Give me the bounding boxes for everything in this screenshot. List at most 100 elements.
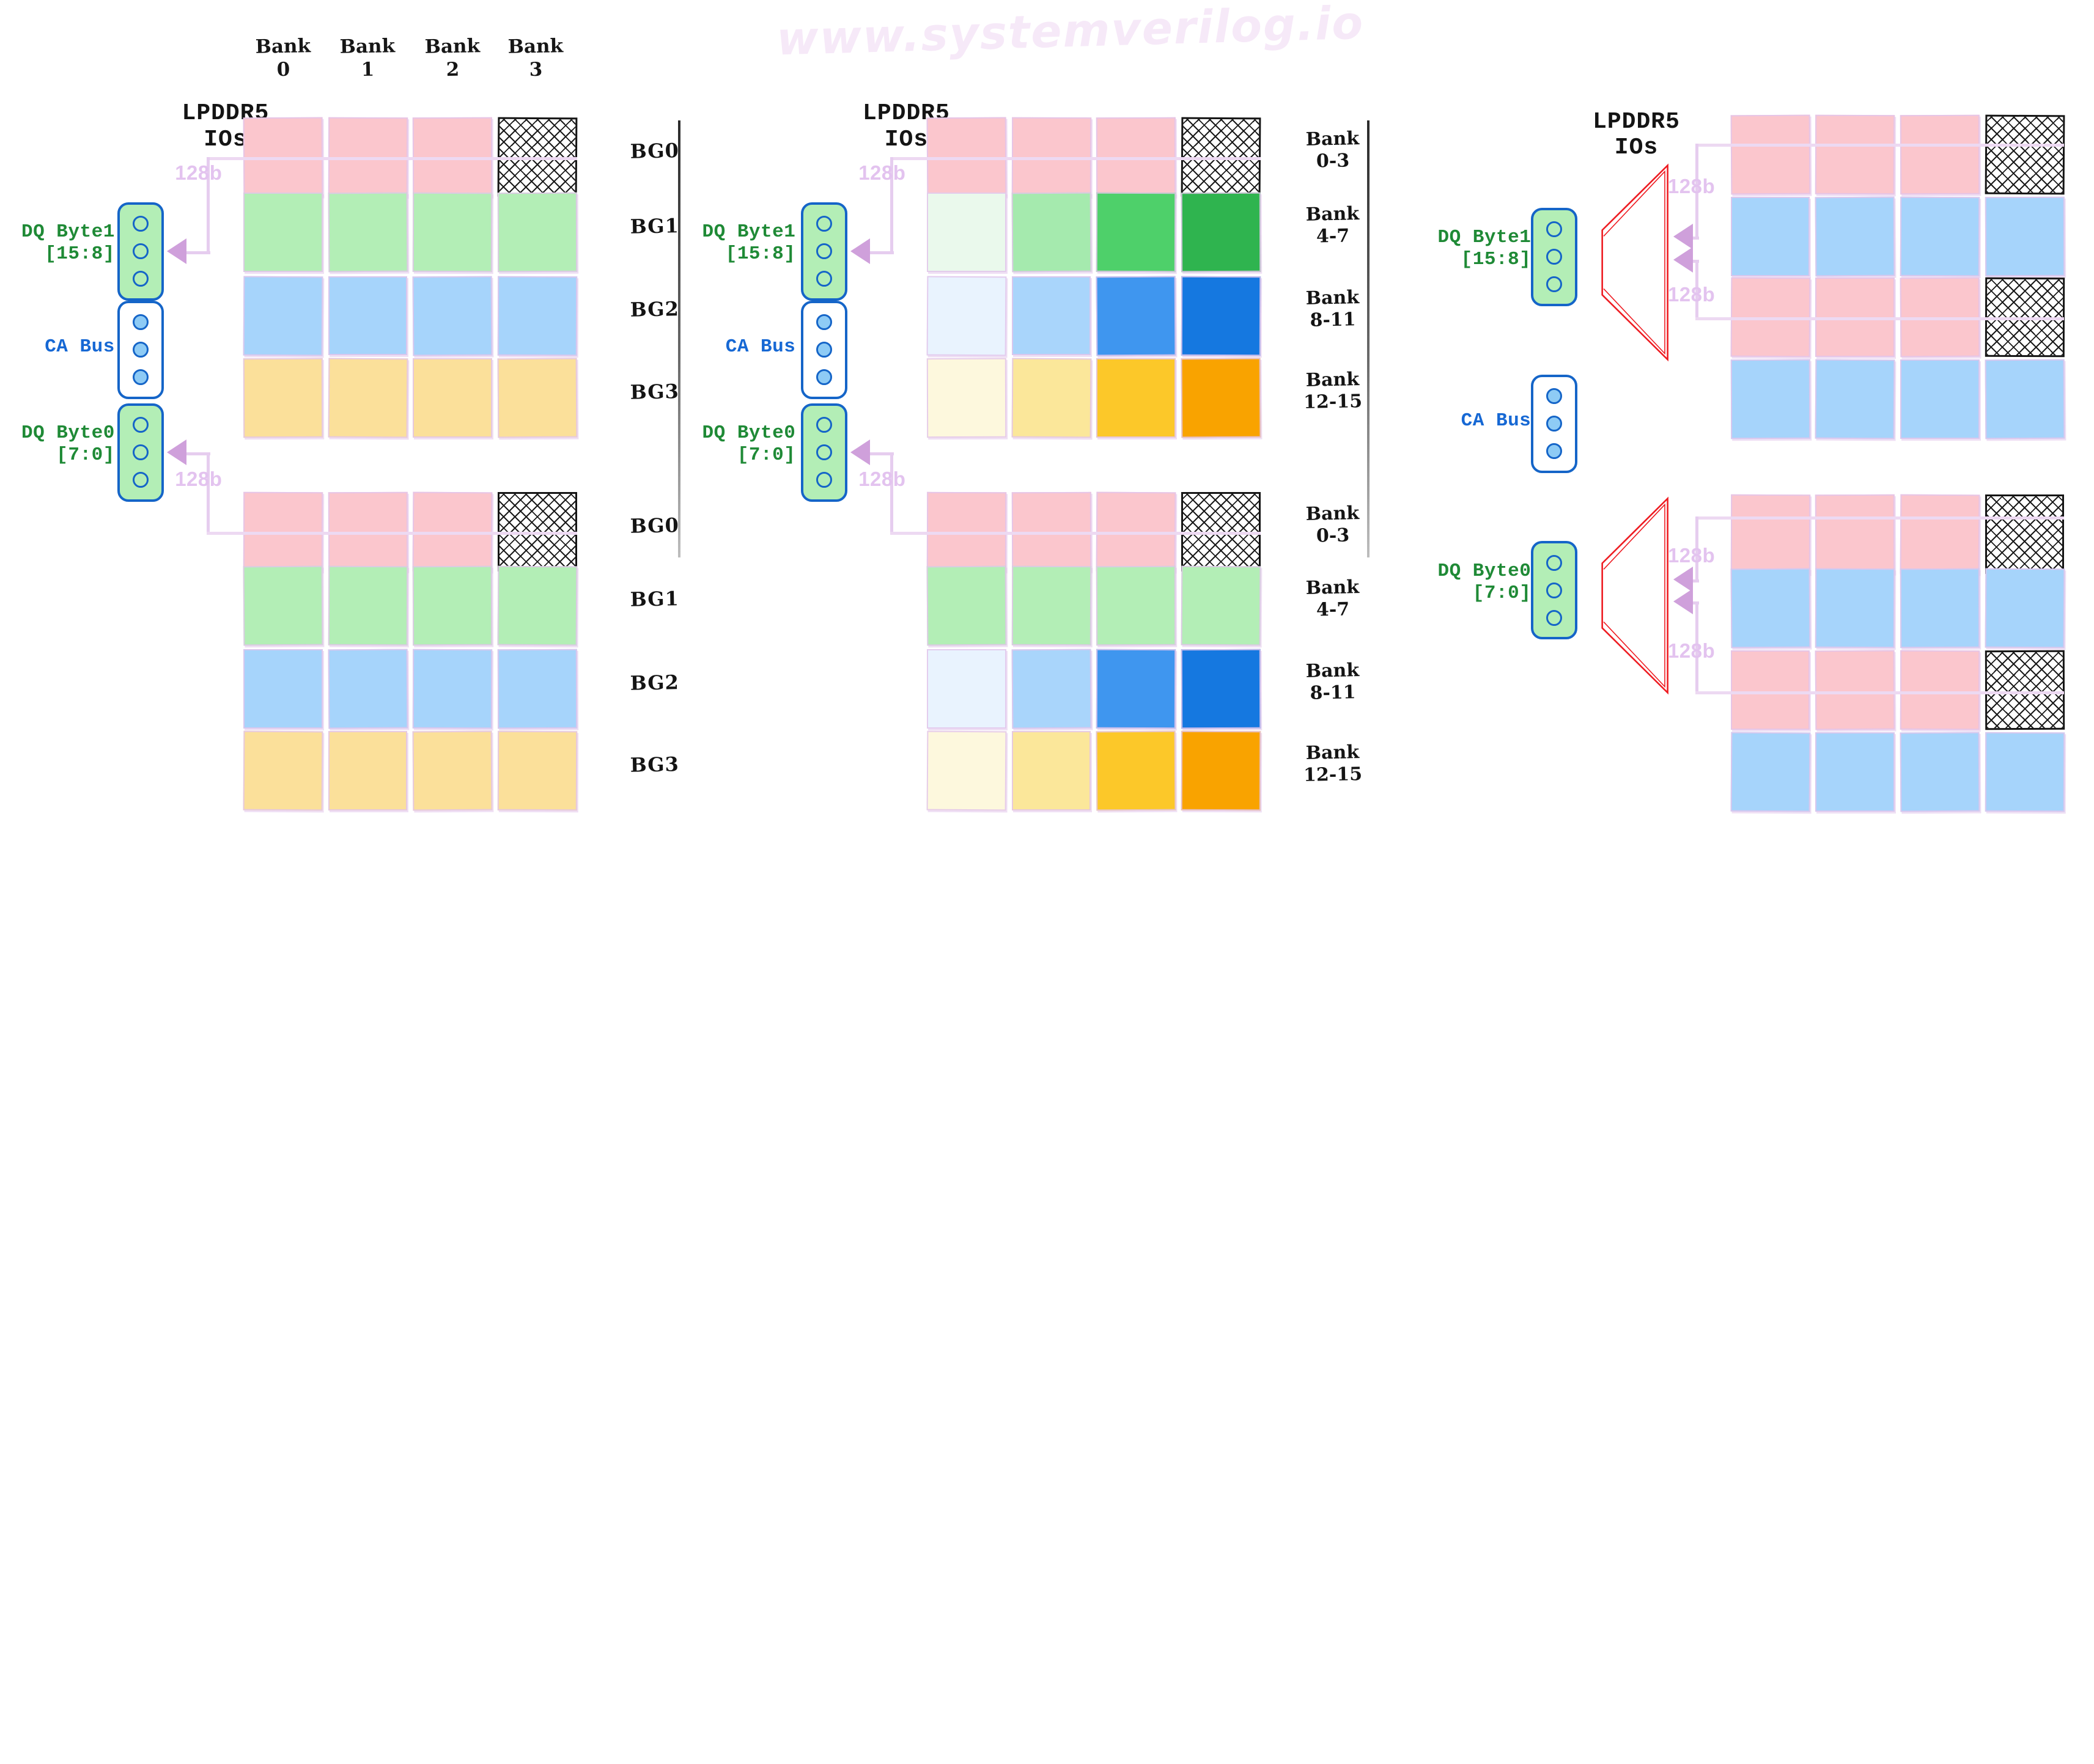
- bus-line-in-1-0: [868, 251, 894, 255]
- bank-cell-r1-c3: [497, 193, 577, 273]
- bank-cell-r5-c2: [1900, 568, 1980, 649]
- bank-cell-r2-c1: [1011, 276, 1091, 356]
- bank-cell-r1-c0: [927, 193, 1006, 272]
- bank-cell-r6-c1: [1011, 649, 1091, 729]
- io-port-ca-bus-sixteen-bank-mode[interactable]: [801, 300, 848, 399]
- io-pin: [816, 369, 833, 386]
- io-pin: [816, 444, 833, 461]
- bank-cell-r3-c2: [1900, 359, 1980, 439]
- row-label-eight-bank-mode-0: Bank0-3: [2081, 125, 2094, 171]
- bank-cell-r7-c2: [412, 730, 493, 811]
- io-port-ca-bus-eight-bank-mode[interactable]: [1531, 374, 1578, 473]
- bank-cell-r6-c2: [1900, 650, 1980, 730]
- io-port-dq-byte0-eight-bank-mode[interactable]: [1531, 541, 1578, 640]
- io-pin: [1546, 416, 1563, 432]
- bank-cell-r0-c1: [1815, 114, 1895, 194]
- bank-cell-r1-c3: [1181, 193, 1261, 273]
- row-label-eight-bank-mode-1: Bank4-7: [2081, 207, 2094, 252]
- bank-cell-r3-c0: [926, 358, 1006, 438]
- bank-column-header-3: Bank 3: [507, 35, 564, 81]
- bus-arrow-1-0: [850, 238, 870, 265]
- io-port-dq-byte1-bank-group-mode[interactable]: [117, 202, 164, 301]
- bank-cell-r5-c1: [1011, 565, 1091, 645]
- row-label-eight-bank-mode-5: Bank4-7: [2081, 579, 2094, 625]
- bank-cell-r6-c3: [1181, 649, 1261, 729]
- bank-cell-r3-c1: [328, 358, 408, 438]
- bus-line-h-1-0: [890, 157, 1261, 161]
- row-label-sixteen-bank-mode-7: Bank 12-15: [1303, 741, 1363, 787]
- bus-label-128b-1-0: 128b: [858, 161, 906, 184]
- io-pin: [816, 216, 833, 232]
- bank-cell-r6-c2: [413, 649, 493, 729]
- io-pin: [133, 369, 149, 386]
- bank-cell-r7-c1: [1011, 731, 1091, 810]
- panel-divider-0: [678, 120, 681, 558]
- row-label-bank-group-mode-0: BG0: [630, 139, 680, 163]
- bank-cell-r5-c3: [1985, 568, 2065, 649]
- row-label-bank-group-mode-7: BG3: [630, 752, 680, 777]
- io-port-dq-byte1-sixteen-bank-mode[interactable]: [801, 202, 848, 301]
- row-label-sixteen-bank-mode-5: Bank 4-7: [1305, 576, 1360, 621]
- io-pin: [133, 417, 149, 433]
- io-port-ca-bus-bank-group-mode[interactable]: [117, 300, 164, 399]
- bank-cell-r1-c2: [1900, 196, 1980, 276]
- bus-label-128b-2-1: 128b: [1667, 282, 1716, 306]
- bank-cell-r7-c3: [1181, 731, 1261, 811]
- io-pin: [816, 314, 833, 331]
- io-pin: [1546, 276, 1563, 293]
- io-port-dq-byte0-bank-group-mode[interactable]: [117, 403, 164, 502]
- bank-cell-r7-c1: [328, 731, 408, 810]
- bank-cell-r1-c1: [1011, 192, 1091, 273]
- row-label-bank-group-mode-2: BG2: [630, 297, 680, 322]
- bus-line-v-0-1: [206, 452, 210, 532]
- io-pin: [816, 417, 833, 433]
- bank-cell-r1-c3: [1985, 196, 2065, 276]
- io-port-label-ca-bus-sixteen-bank-mode: CA Bus: [725, 336, 796, 358]
- io-port-label-ca-bus-bank-group-mode: CA Bus: [45, 336, 115, 358]
- io-port-dq-byte1-eight-bank-mode[interactable]: [1531, 207, 1578, 306]
- bus-line-in-0-1: [184, 452, 211, 456]
- io-pin: [1546, 609, 1563, 626]
- bank-cell-r7-c2: [1096, 730, 1176, 811]
- bus-label-128b-2-2: 128b: [1667, 543, 1716, 567]
- row-label-eight-bank-mode-4: Bank0-3: [2081, 505, 2094, 551]
- bus-arrow-0-0: [166, 238, 186, 265]
- bank-cell-r5-c1: [328, 565, 408, 645]
- bank-cell-r1-c1: [1815, 196, 1895, 277]
- bank-cell-r3-c0: [243, 358, 323, 438]
- row-label-bank-group-mode-5: BG1: [630, 587, 680, 612]
- bank-cell-r7-c2: [1900, 732, 1980, 812]
- bank-cell-r2-c3: [1181, 276, 1261, 356]
- bank-cell-r7-c0: [926, 730, 1007, 811]
- bank-cell-r3-c3: [1181, 358, 1261, 438]
- bus-label-128b-2-0: 128b: [1667, 175, 1716, 198]
- bus-line-in-1-1: [868, 452, 894, 456]
- io-port-label-dq-byte1-sixteen-bank-mode: DQ Byte1 [15:8]: [702, 221, 796, 265]
- bank-cell-r2-c1: [328, 276, 408, 356]
- bank-cell-r3-c0: [1730, 359, 1810, 439]
- bank-cell-r2-c3: [497, 276, 577, 356]
- bank-cell-r7-c3: [1985, 732, 2065, 812]
- io-pin: [1546, 249, 1563, 265]
- io-port-label-dq-byte1-eight-bank-mode: DQ Byte1 [15:8]: [1437, 227, 1532, 271]
- bus-line-h-0-0: [206, 157, 577, 161]
- bus-line-in-0-0: [184, 251, 211, 255]
- bank-cell-r1-c2: [413, 193, 493, 273]
- io-port-label-ca-bus-eight-bank-mode: CA Bus: [1461, 410, 1532, 432]
- bus-line-h-0-1: [206, 531, 577, 535]
- bank-cell-r1-c0: [243, 193, 323, 272]
- bus-line-h-2-2: [1695, 516, 2065, 520]
- bank-cell-r5-c0: [1730, 568, 1810, 649]
- bank-cell-r0-c0: [1730, 114, 1810, 194]
- row-label-eight-bank-mode-6: Bank0-3: [2081, 661, 2094, 707]
- bank-cell-r2-c2: [1096, 276, 1176, 356]
- io-pin: [133, 314, 149, 331]
- bank-cell-r2-c2: [412, 276, 493, 356]
- row-label-sixteen-bank-mode-6: Bank 8-11: [1305, 660, 1360, 704]
- bank-cell-r2-c0: [926, 276, 1007, 356]
- bus-line-v-1-1: [890, 452, 893, 532]
- row-label-bank-group-mode-3: BG3: [630, 379, 680, 404]
- io-port-dq-byte0-sixteen-bank-mode[interactable]: [801, 403, 848, 502]
- mux-1: [1599, 494, 1670, 697]
- bank-cell-r3-c1: [1815, 359, 1895, 439]
